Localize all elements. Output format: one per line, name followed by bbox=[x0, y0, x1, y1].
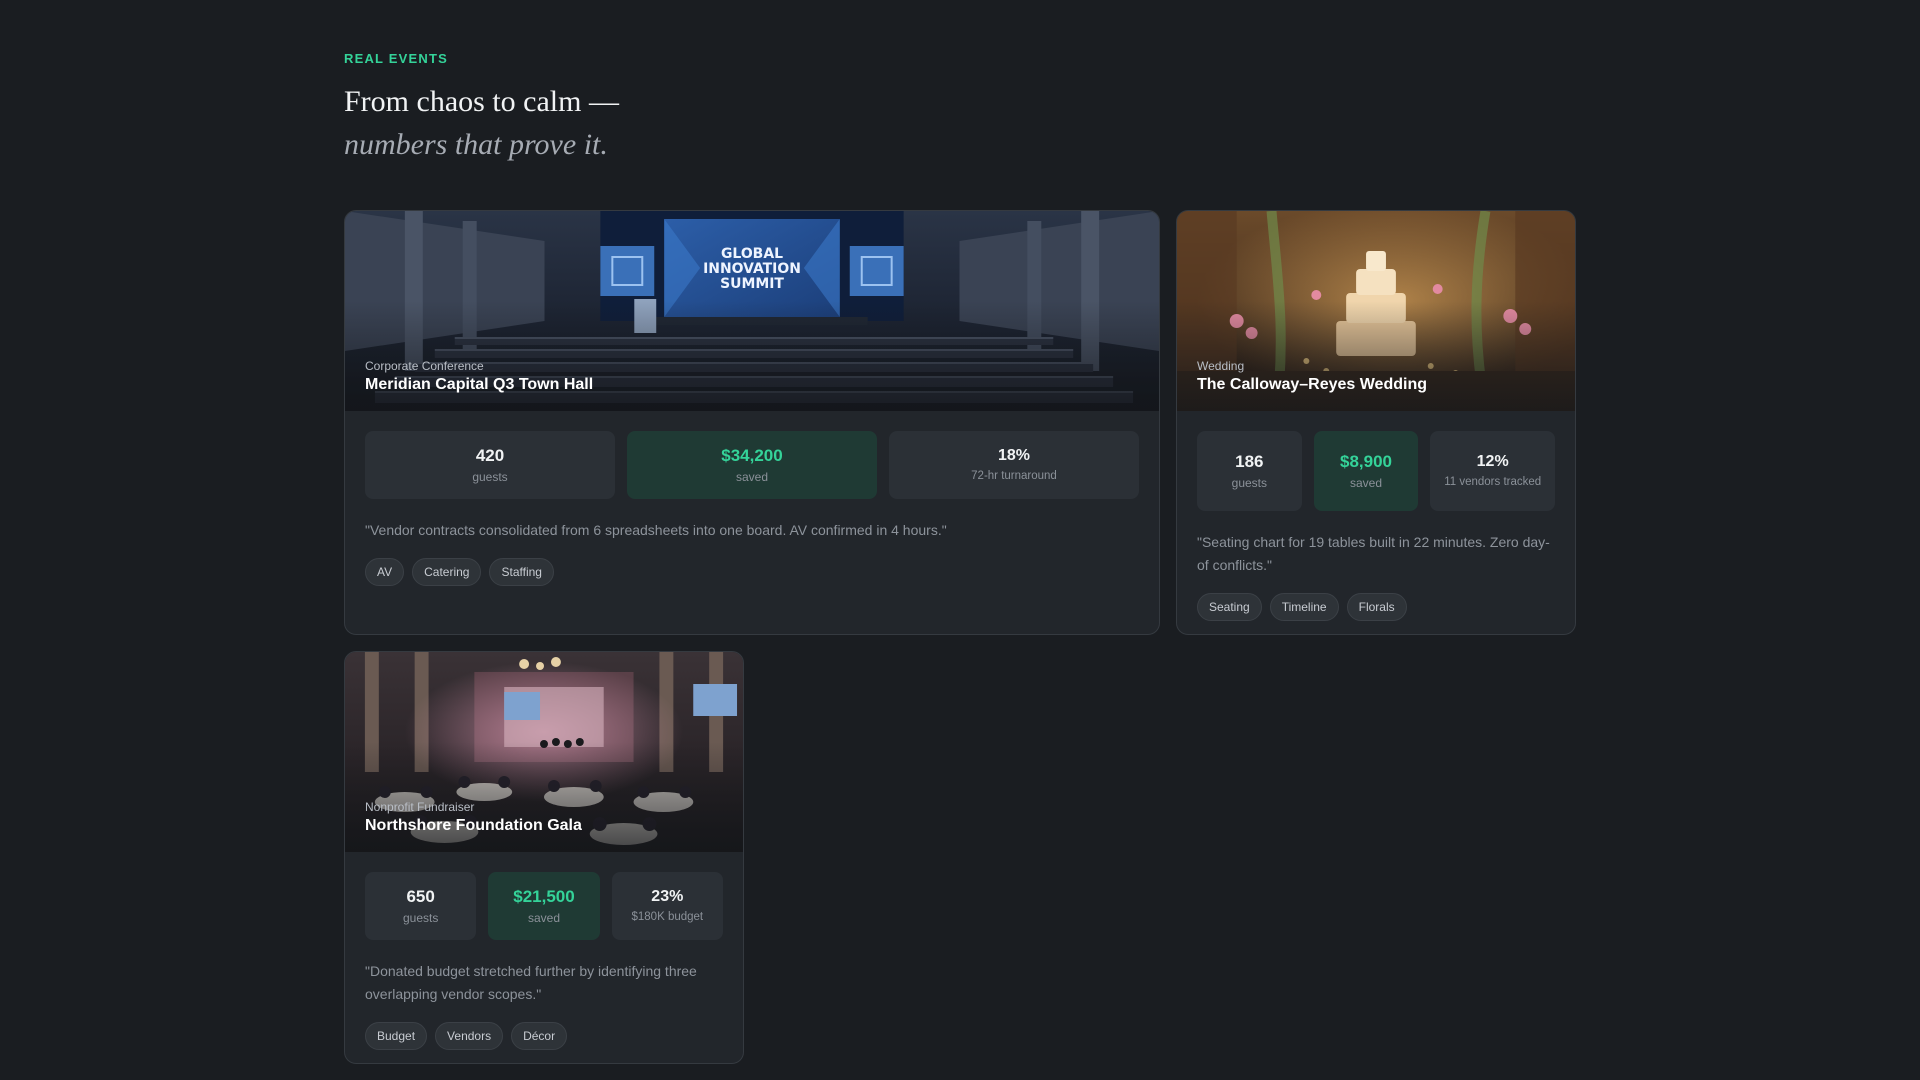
event-category: Corporate Conference bbox=[365, 359, 484, 373]
tag-chip[interactable]: Vendors bbox=[435, 1022, 504, 1050]
tag-chip[interactable]: Florals bbox=[1346, 593, 1407, 621]
event-image-conference: GLOBAL INNOVATION SUMMIT Corporate Confe… bbox=[345, 211, 1159, 411]
stat-label: saved bbox=[527, 910, 560, 925]
tag-chip[interactable]: Timeline bbox=[1269, 593, 1339, 621]
event-stats: 650 guests $21,500 saved 23% $180K budge… bbox=[365, 872, 723, 940]
event-card-calloway[interactable]: Wedding The Calloway–Reyes Wedding 186 g… bbox=[1176, 210, 1576, 635]
stat-value: 650 bbox=[406, 886, 435, 906]
event-card-meridian[interactable]: GLOBAL INNOVATION SUMMIT Corporate Confe… bbox=[344, 210, 1160, 635]
stat-label: guests bbox=[402, 910, 439, 925]
event-title: Northshore Foundation Gala bbox=[365, 817, 582, 834]
event-category: Nonprofit Fundraiser bbox=[365, 800, 475, 814]
event-quote: "Seating chart for 19 tables built in 22… bbox=[1197, 534, 1550, 573]
svg-text:SUMMIT: SUMMIT bbox=[720, 276, 784, 292]
tag-chip[interactable]: Catering bbox=[412, 558, 482, 586]
stat-guests: 186 guests bbox=[1197, 431, 1302, 511]
stat-label: saved bbox=[1349, 475, 1383, 490]
stat-value: 186 bbox=[1235, 451, 1264, 471]
tag-chip[interactable]: Seating bbox=[1197, 593, 1262, 621]
stat-label: 11 vendors tracked bbox=[1444, 475, 1542, 488]
stat-percent: 12% 11 vendors tracked bbox=[1430, 431, 1556, 511]
stat-label: 72-hr turnaround bbox=[971, 469, 1057, 482]
event-title: The Calloway–Reyes Wedding bbox=[1197, 376, 1427, 393]
stat-label: guests bbox=[1231, 475, 1268, 490]
event-tags: Budget Vendors Décor bbox=[365, 1022, 723, 1050]
event-image-wedding: Wedding The Calloway–Reyes Wedding bbox=[1177, 211, 1575, 411]
event-tags: AV Catering Staffing bbox=[365, 558, 1139, 586]
tag-chip[interactable]: Décor bbox=[511, 1022, 568, 1050]
stat-value: $34,200 bbox=[721, 445, 783, 465]
stat-saved: $21,500 saved bbox=[488, 872, 600, 940]
stat-percent: 18% 72-hr turnaround bbox=[889, 431, 1139, 499]
tag-chip[interactable]: AV bbox=[365, 558, 405, 586]
event-quote: "Vendor contracts consolidated from 6 sp… bbox=[365, 522, 947, 538]
stat-label: guests bbox=[472, 469, 508, 484]
real-events-section: REAL EVENTS From chaos to calm — numbers… bbox=[344, 51, 1576, 166]
event-stats: 420 guests $34,200 saved 18% 72-hr turna… bbox=[365, 431, 1139, 499]
event-card-northshore[interactable]: Nonprofit Fundraiser Northshore Foundati… bbox=[344, 651, 744, 1064]
headline-line-1: From chaos to calm — bbox=[344, 85, 619, 118]
event-category: Wedding bbox=[1197, 359, 1245, 373]
section-headline: From chaos to calm — numbers that prove … bbox=[344, 80, 1576, 166]
stat-saved: $34,200 saved bbox=[627, 431, 877, 499]
event-tags: Seating Timeline Florals bbox=[1197, 593, 1555, 621]
stat-value: $8,900 bbox=[1340, 451, 1392, 471]
stat-value: 23% bbox=[651, 887, 684, 905]
stat-value: 420 bbox=[475, 445, 505, 465]
svg-text:GLOBAL: GLOBAL bbox=[721, 246, 783, 262]
section-eyebrow: REAL EVENTS bbox=[344, 51, 448, 66]
stat-percent: 23% $180K budget bbox=[611, 872, 723, 940]
event-quote: "Donated budget stretched further by ide… bbox=[365, 963, 697, 1002]
tag-chip[interactable]: Staffing bbox=[489, 558, 554, 586]
stat-value: 12% bbox=[1476, 452, 1509, 470]
stat-value: $21,500 bbox=[513, 886, 575, 906]
stat-label: saved bbox=[735, 469, 769, 484]
headline-line-2: numbers that prove it. bbox=[344, 128, 608, 161]
stat-guests: 650 guests bbox=[365, 872, 477, 940]
stat-guests: 420 guests bbox=[365, 431, 615, 499]
tag-chip[interactable]: Budget bbox=[365, 1022, 428, 1050]
stat-value: 18% bbox=[997, 446, 1031, 464]
event-title: Meridian Capital Q3 Town Hall bbox=[365, 376, 594, 393]
event-image-gala: Nonprofit Fundraiser Northshore Foundati… bbox=[345, 652, 743, 852]
event-stats: 186 guests $8,900 saved 12% 11 vendors t… bbox=[1197, 431, 1556, 511]
stat-saved: $8,900 saved bbox=[1313, 431, 1419, 511]
svg-text:INNOVATION: INNOVATION bbox=[703, 261, 801, 277]
stat-label: $180K budget bbox=[631, 910, 704, 923]
